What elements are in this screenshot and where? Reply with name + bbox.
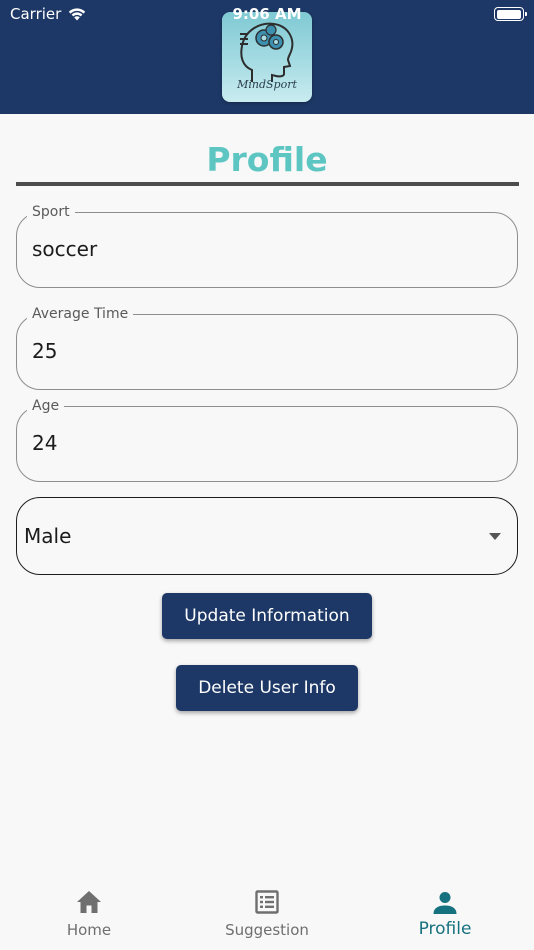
nav-item-profile[interactable]: Profile [385, 876, 505, 950]
page-title: Profile [206, 140, 328, 179]
age-label: Age [27, 397, 65, 415]
bottom-nav: Home Suggestion Profile [0, 876, 534, 950]
nav-label-home: Home [66, 921, 112, 939]
average-time-field[interactable]: Average Time 25 [16, 305, 518, 390]
nav-label-suggestion: Suggestion [225, 921, 309, 939]
sport-field[interactable]: Sport soccer [16, 203, 518, 288]
title-divider [16, 182, 519, 186]
average-time-value: 25 [32, 339, 58, 363]
sport-label: Sport [27, 203, 75, 221]
gender-dropdown[interactable]: Male [16, 497, 518, 575]
person-icon [433, 892, 457, 914]
sport-value: soccer [32, 237, 98, 261]
nav-item-home[interactable]: Home [29, 876, 149, 950]
nav-item-suggestion[interactable]: Suggestion [207, 876, 327, 950]
status-time: 9:06 AM [232, 5, 302, 23]
app-header: Carrier 9:06 AM MindSport [0, 0, 534, 114]
home-icon [77, 891, 101, 913]
delete-user-info-button[interactable]: Delete User Info [176, 665, 358, 711]
nav-label-profile: Profile [418, 919, 472, 939]
average-time-label: Average Time [27, 305, 134, 323]
app-logo: MindSport [222, 12, 312, 102]
gender-selected-value: Male [24, 524, 72, 548]
logo-text: MindSport [237, 78, 297, 91]
age-field[interactable]: Age 24 [16, 397, 518, 482]
update-information-button[interactable]: Update Information [162, 593, 372, 639]
age-value: 24 [32, 431, 58, 455]
list-icon [255, 890, 279, 914]
caret-down-icon [489, 533, 501, 540]
